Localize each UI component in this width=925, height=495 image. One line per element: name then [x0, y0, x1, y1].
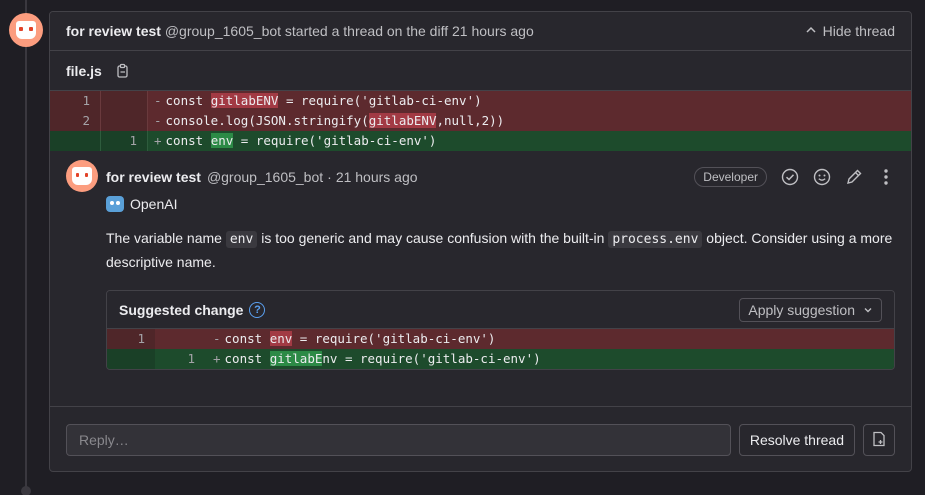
suggestion-line-removed: 1 - const env = require('gitlab-ci-env'): [107, 329, 894, 349]
suggestion-header: Suggested change ? Apply suggestion: [107, 291, 894, 329]
discussion-thread: for review test @group_1605_bot started …: [49, 11, 912, 472]
robot-icon: [106, 196, 124, 212]
new-line-number[interactable]: 1: [100, 131, 148, 151]
inline-code: process.env: [608, 231, 703, 248]
old-line-number: 1: [107, 329, 155, 349]
suggestion-diff: 1 - const env = require('gitlab-ci-env') …: [107, 329, 894, 369]
help-icon[interactable]: ?: [249, 301, 266, 318]
timeline-line: [25, 0, 27, 495]
note-actions: Developer: [694, 167, 895, 187]
thread-header: for review test @group_1605_bot started …: [50, 12, 911, 51]
bot-label-line: OpenAI: [106, 196, 895, 212]
note-text: The variable name env is too generic and…: [106, 230, 893, 270]
note-author[interactable]: for review test: [106, 169, 201, 185]
reply-area: Resolve thread: [50, 406, 911, 471]
diff-line-added: 1 + const env = require('gitlab-ci-env'): [50, 131, 911, 151]
thread-action: started a thread on the diff: [284, 23, 449, 39]
bot-label: OpenAI: [130, 196, 178, 212]
avatar[interactable]: [66, 160, 98, 192]
note-time[interactable]: 21 hours ago: [336, 169, 418, 185]
resolve-check-icon[interactable]: [781, 168, 799, 186]
avatar[interactable]: [9, 13, 43, 47]
suggestion-line-added: 1 + const gitlabEnv = require('gitlab-ci-…: [107, 349, 894, 369]
timeline-dot: [21, 486, 31, 495]
hide-thread-label: Hide thread: [822, 23, 895, 39]
note-body: OpenAI The variable name env is too gene…: [106, 191, 895, 370]
thread-author[interactable]: for review test: [66, 23, 161, 39]
file-name[interactable]: file.js: [66, 63, 102, 79]
old-line-number[interactable]: 1: [50, 91, 100, 111]
new-line-number[interactable]: [100, 91, 148, 111]
diff-line-removed: 1 - const gitlabENV = require('gitlab-ci-…: [50, 91, 911, 111]
new-line-number: 1: [187, 351, 195, 366]
chevron-down-icon: [863, 302, 873, 318]
hide-thread-button[interactable]: Hide thread: [805, 23, 895, 39]
apply-suggestion-label: Apply suggestion: [748, 301, 855, 318]
diff-code: - const gitlabENV = require('gitlab-ci-en…: [154, 93, 482, 108]
smiley-icon[interactable]: [813, 168, 831, 186]
more-actions-icon[interactable]: [877, 168, 895, 186]
thread-handle[interactable]: @group_1605_bot: [165, 23, 281, 39]
old-line-number[interactable]: 2: [50, 111, 100, 131]
file-header: file.js: [50, 51, 911, 91]
issue-icon: [871, 431, 887, 450]
thread-time[interactable]: 21 hours ago: [452, 23, 534, 39]
suggested-change-box: Suggested change ? Apply suggestion 1 -c…: [106, 290, 895, 370]
new-line-number: [155, 329, 205, 349]
diff-lines: 1 - const gitlabENV = require('gitlab-ci-…: [50, 91, 911, 151]
new-line-number[interactable]: [100, 111, 148, 131]
create-issue-button[interactable]: [863, 424, 895, 456]
chevron-up-icon: [805, 23, 817, 39]
diff-code: + const gitlabEnv = require('gitlab-ci-en…: [213, 351, 541, 366]
old-line-number: [107, 349, 155, 369]
note-separator: ·: [327, 169, 332, 185]
diff-code: - const env = require('gitlab-ci-env'): [213, 331, 496, 346]
pencil-icon[interactable]: [845, 168, 863, 186]
suggestion-title: Suggested change: [119, 301, 244, 318]
note-header: for review test @group_1605_bot · 21 hou…: [106, 166, 895, 188]
old-line-number[interactable]: [50, 131, 100, 151]
inline-code: env: [225, 231, 258, 248]
resolve-thread-button[interactable]: Resolve thread: [738, 424, 855, 456]
role-badge: Developer: [694, 167, 767, 187]
note: for review test @group_1605_bot · 21 hou…: [50, 151, 911, 404]
diff-line-removed: 2 - console.log(JSON.stringify(gitlabENV,…: [50, 111, 911, 131]
note-handle[interactable]: @group_1605_bot: [207, 169, 323, 185]
diff-code: + const env = require('gitlab-ci-env'): [154, 133, 437, 148]
copy-icon[interactable]: [114, 62, 132, 80]
apply-suggestion-button[interactable]: Apply suggestion: [739, 297, 882, 322]
diff-code: - console.log(JSON.stringify(gitlabENV,nu…: [154, 113, 505, 128]
reply-input[interactable]: [66, 424, 731, 456]
